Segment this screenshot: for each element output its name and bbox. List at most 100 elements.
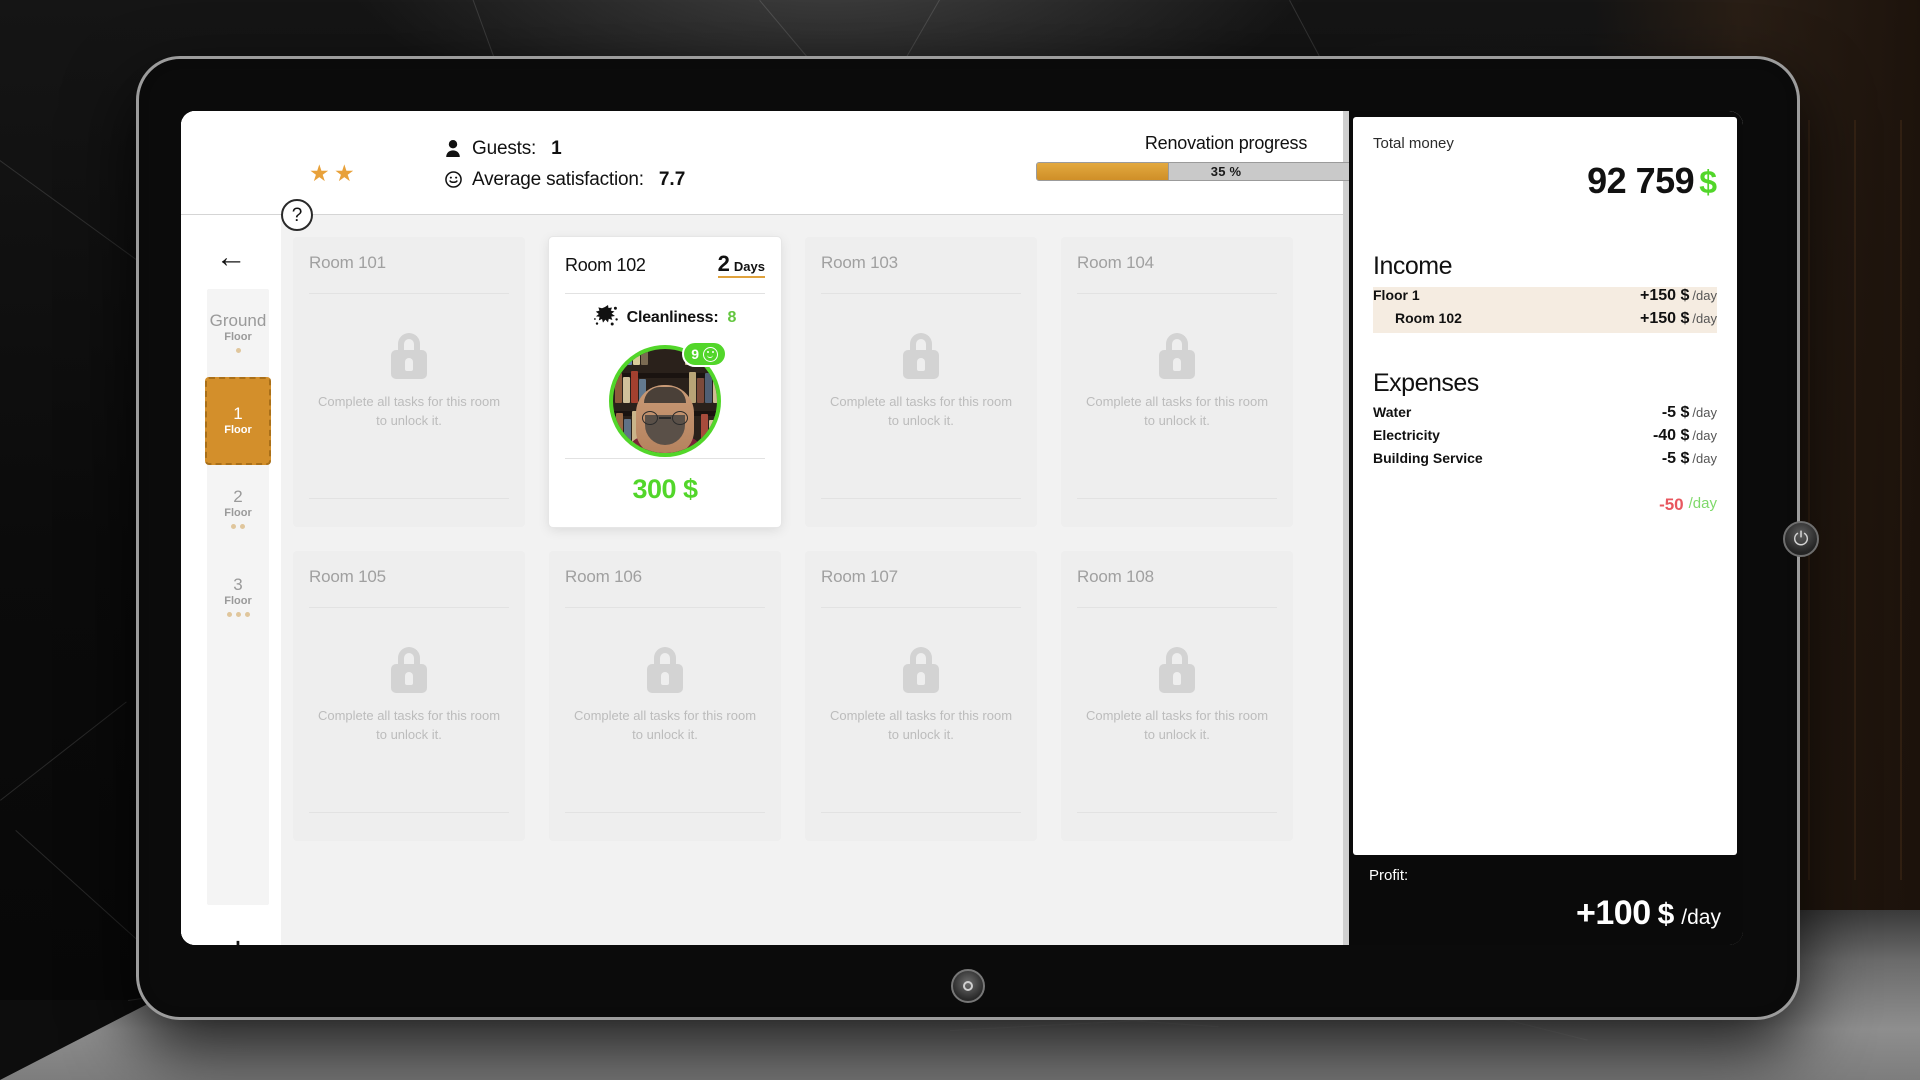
question-mark-icon: ? <box>291 204 303 226</box>
room-card-locked[interactable]: Room 104 Complete all tasks for this roo… <box>1061 237 1293 527</box>
ledger-amount: -5 $ <box>1661 404 1690 421</box>
satisfaction-label: Average satisfaction: <box>472 168 644 190</box>
divider <box>821 812 1021 813</box>
satisfaction-stat: Average satisfaction: 7.7 <box>444 164 685 195</box>
room-name: Room 103 <box>821 253 898 272</box>
locked-content: Complete all tasks for this room to unlo… <box>1061 333 1293 431</box>
expenses-total-period: /day <box>1688 495 1717 512</box>
ledger-value: +150 $ /day <box>1640 287 1717 305</box>
floor-dots <box>226 612 250 618</box>
ledger-value: +150 $ /day <box>1640 310 1717 328</box>
days-label: Days <box>733 259 765 274</box>
room-card-locked[interactable]: Room 105 Complete all tasks for this roo… <box>293 551 525 841</box>
ledger-amount: +150 $ <box>1640 287 1690 304</box>
ledger-period: /day <box>1692 288 1717 303</box>
ledger-row: Electricity -40 $ /day <box>1373 427 1717 450</box>
help-button[interactable]: ? <box>281 199 313 231</box>
floor-name: Ground <box>209 310 267 330</box>
income-ledger: Floor 1 +150 $ /day Room 102 +150 $ /day <box>1373 287 1717 333</box>
room-header: Room 102 2 Days <box>565 253 765 278</box>
divider <box>565 293 765 294</box>
mood-value: 9 <box>691 346 699 362</box>
ledger-period: /day <box>1692 451 1717 466</box>
rooms-grid: Room 101 Complete all tasks for this roo… <box>293 237 1321 841</box>
locked-content: Complete all tasks for this room to unlo… <box>293 333 525 431</box>
sidebar-item-floor-2[interactable]: 2 Floor <box>207 465 269 553</box>
home-circle-icon <box>963 981 973 991</box>
room-card-active[interactable]: Room 102 2 Days Cleanliness: 8 9 300 $ <box>549 237 781 527</box>
locked-content: Complete all tasks for this room to unlo… <box>549 647 781 745</box>
ledger-row: Water -5 $ /day <box>1373 404 1717 427</box>
cleanliness-row: Cleanliness: 8 <box>565 304 765 331</box>
rooms-area: Room 101 Complete all tasks for this roo… <box>281 215 1343 945</box>
profit-amount: +100 <box>1576 894 1651 932</box>
lock-icon <box>389 333 429 379</box>
locked-message: Complete all tasks for this room to unlo… <box>1085 394 1269 428</box>
locked-message: Complete all tasks for this room to unlo… <box>829 394 1013 428</box>
home-button[interactable] <box>951 969 985 1003</box>
mood-badge: 9 <box>682 341 727 367</box>
ledger-name: Room 102 <box>1395 310 1462 326</box>
ledger-row: Floor 1 +150 $ /day <box>1373 287 1717 310</box>
locked-message: Complete all tasks for this room to unlo… <box>317 394 501 428</box>
guests-value: 1 <box>551 137 562 159</box>
top-status-bar: ★ ★ Guests: 1 Average satisfaction: 7.7 … <box>181 111 1416 215</box>
days-value: 2 <box>717 251 730 276</box>
main-panel: ★ ★ Guests: 1 Average satisfaction: 7.7 … <box>181 111 1416 945</box>
floor-sub: Floor <box>224 331 252 344</box>
total-money-label: Total money <box>1373 135 1454 152</box>
tablet-screen: ★ ★ Guests: 1 Average satisfaction: 7.7 … <box>181 111 1743 945</box>
ledger-value: -5 $ /day <box>1662 450 1717 468</box>
smiley-icon <box>444 171 462 189</box>
tablet-device: ⏻ ★ ★ Guests: 1 Average satisfaction: 7.… <box>136 56 1819 1020</box>
dirt-splat-icon <box>593 304 618 331</box>
ledger-period: /day <box>1692 428 1717 443</box>
expenses-title: Expenses <box>1373 369 1479 397</box>
ledger-amount: -5 $ <box>1661 450 1690 467</box>
total-money-currency: $ <box>1699 164 1717 200</box>
sidebar-item-floor-ground[interactable]: Ground Floor <box>207 289 269 377</box>
divider <box>309 293 509 294</box>
cleanliness-label: Cleanliness: <box>626 308 719 326</box>
profit-currency: $ <box>1657 898 1675 931</box>
money-card: Total money 92 759 $ Income Floor 1 +150… <box>1353 117 1737 855</box>
ledger-name: Floor 1 <box>1373 287 1420 303</box>
locked-content: Complete all tasks for this room to unlo… <box>805 333 1037 431</box>
profit-box: Profit: +100 $ /day <box>1349 855 1743 945</box>
room-card-locked[interactable]: Room 108 Complete all tasks for this roo… <box>1061 551 1293 841</box>
floor-dots <box>231 524 245 530</box>
power-button[interactable]: ⏻ <box>1783 521 1819 557</box>
guest-avatar-wrap[interactable]: 9 <box>609 341 727 457</box>
ledger-row: Building Service -5 $ /day <box>1373 450 1717 473</box>
ledger-amount: +150 $ <box>1640 310 1690 327</box>
back-button[interactable]: ← <box>209 238 253 274</box>
person-icon <box>444 140 462 158</box>
room-card-locked[interactable]: Room 103 Complete all tasks for this roo… <box>805 237 1037 527</box>
floor-sub: Floor <box>224 595 252 608</box>
floor-name: 1 <box>233 403 243 423</box>
ledger-period: /day <box>1692 311 1717 326</box>
room-name: Room 107 <box>821 567 898 586</box>
add-floor-button[interactable]: + <box>207 921 269 945</box>
room-card-locked[interactable]: Room 101 Complete all tasks for this roo… <box>293 237 525 527</box>
arrow-left-icon: ← <box>215 238 247 274</box>
money-panel: Total money 92 759 $ Income Floor 1 +150… <box>1349 111 1743 945</box>
room-name: Room 102 <box>565 255 646 275</box>
cleanliness-value: 8 <box>727 308 737 326</box>
divider <box>821 498 1021 499</box>
lock-icon <box>389 647 429 693</box>
sidebar-item-floor-1[interactable]: 1 Floor <box>205 377 271 465</box>
locked-content: Complete all tasks for this room to unlo… <box>805 647 1037 745</box>
plus-icon: + <box>227 932 249 945</box>
guests-stat: Guests: 1 <box>444 133 685 164</box>
power-icon: ⏻ <box>1793 528 1809 550</box>
sidebar-item-floor-3[interactable]: 3 Floor <box>207 553 269 641</box>
star-icon: ★ <box>334 160 355 186</box>
room-card-locked[interactable]: Room 106 Complete all tasks for this roo… <box>549 551 781 841</box>
divider <box>565 607 765 608</box>
star-icon: ★ <box>309 160 330 186</box>
satisfaction-value: 7.7 <box>658 168 686 190</box>
ledger-period: /day <box>1692 405 1717 420</box>
room-card-locked[interactable]: Room 107 Complete all tasks for this roo… <box>805 551 1037 841</box>
guest-face <box>636 385 694 453</box>
